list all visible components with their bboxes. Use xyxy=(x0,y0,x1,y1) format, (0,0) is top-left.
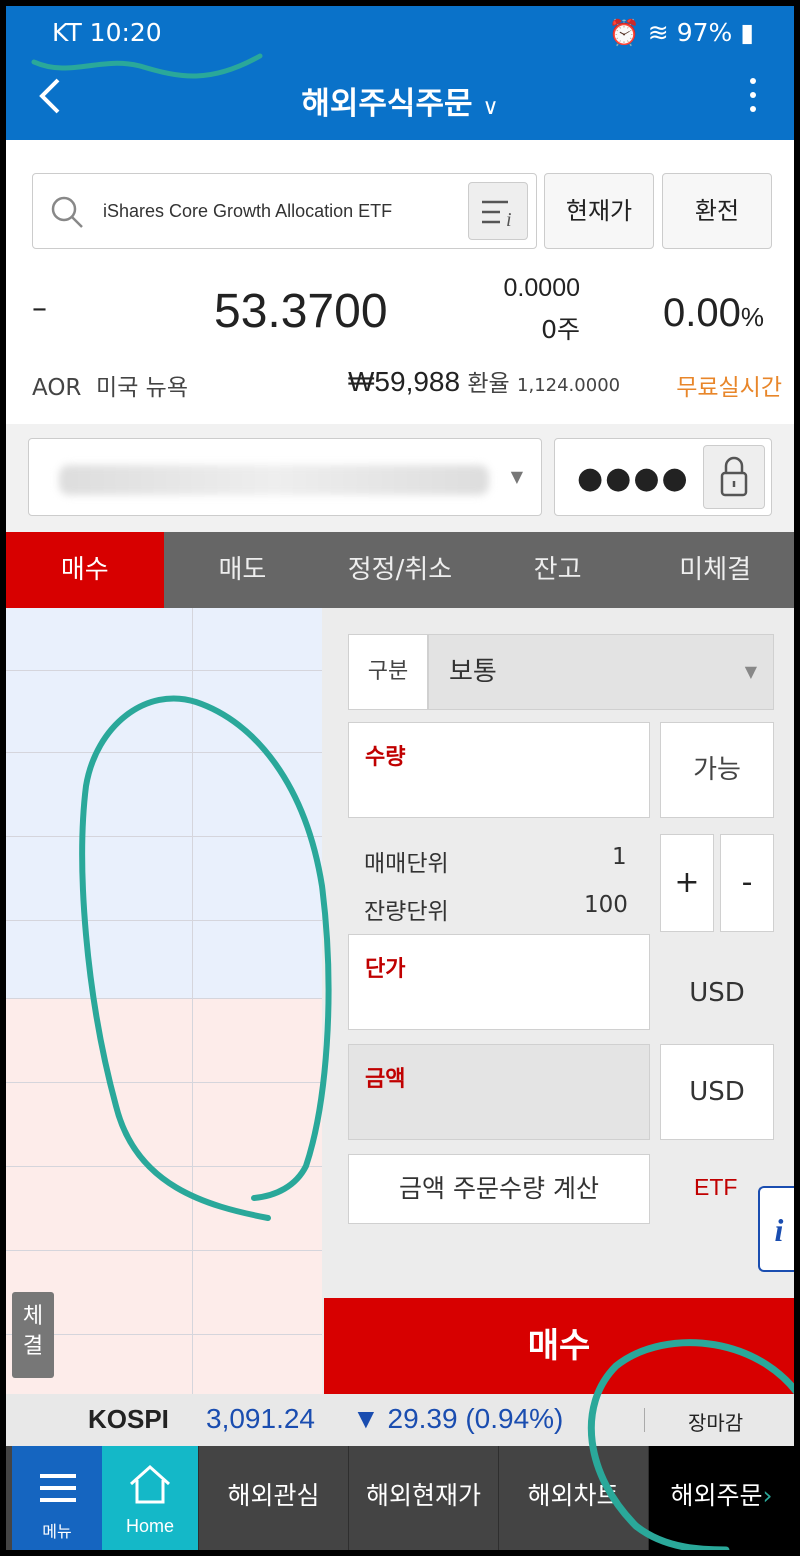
krw-value: ₩59,988 xyxy=(348,366,461,397)
more-menu-button[interactable] xyxy=(750,78,758,120)
fx-label: 환율 xyxy=(467,371,510,397)
dropdown-arrow-icon: ▼ xyxy=(744,662,757,681)
home-icon xyxy=(129,1464,171,1504)
chevron-down-icon: ∨ xyxy=(482,95,499,120)
price-change: 0.0000 xyxy=(503,274,580,302)
available-qty-button[interactable]: 가능 xyxy=(660,722,774,818)
home-button[interactable]: Home xyxy=(102,1446,198,1550)
wifi-icon: ≋ xyxy=(647,18,669,47)
dropdown-arrow-icon: ▼ xyxy=(510,467,523,486)
page-title[interactable]: 해외주식주문 ∨ xyxy=(6,78,794,123)
order-book xyxy=(6,608,322,1394)
nav-overseas-chart[interactable]: 해외차트 xyxy=(498,1446,648,1550)
nav-overseas-order-label: 해외주문 xyxy=(670,1481,763,1510)
price-label: 단가 xyxy=(365,957,406,982)
index-value: 3,091.24 xyxy=(206,1403,315,1434)
bottom-nav: 메뉴 Home 해외관심 해외현재가 해외차트 해외주문› xyxy=(6,1446,794,1550)
chevron-right-icon: › xyxy=(762,1481,773,1510)
password-mask: ●●●● xyxy=(577,461,690,496)
change-percent-value: 0.00 xyxy=(663,291,741,335)
quantity-label: 수량 xyxy=(365,745,406,770)
ticker: AOR xyxy=(32,375,82,401)
trade-unit-value: 1 xyxy=(612,844,627,870)
svg-text:i: i xyxy=(506,209,512,231)
odd-unit-label: 잔량단위 xyxy=(364,899,449,925)
tab-unfilled[interactable]: 미체결 xyxy=(636,532,794,608)
password-field[interactable]: ●●●● xyxy=(554,438,772,516)
market-status: 장마감 xyxy=(688,1411,744,1435)
alarm-icon: ⏰ xyxy=(608,18,640,47)
search-value: iShares Core Growth Allocation ETF xyxy=(103,201,393,221)
odd-unit-value: 100 xyxy=(584,892,628,918)
stock-info-list-button[interactable]: i xyxy=(468,182,528,240)
change-percent: 0.00% xyxy=(663,291,764,336)
current-price: 53.3700 xyxy=(214,285,388,338)
ask-area xyxy=(6,608,322,998)
menu-button[interactable]: 메뉴 xyxy=(12,1446,102,1550)
realtime-label[interactable]: 무료실시간 xyxy=(676,368,782,402)
quantity-input[interactable]: 수량 xyxy=(348,722,650,818)
nav-overseas-watchlist[interactable]: 해외관심 xyxy=(198,1446,348,1550)
exchange-button[interactable]: 환전 xyxy=(662,173,772,249)
market: 미국 뉴욕 xyxy=(96,375,188,401)
lock-icon xyxy=(720,456,748,497)
lock-button[interactable] xyxy=(703,445,765,509)
volume: 0주 xyxy=(541,315,580,344)
list-info-icon: i xyxy=(482,200,512,231)
tab-sell[interactable]: 매도 xyxy=(164,532,322,608)
app-frame: KT 10:20 ⏰ ≋ 97% ▮ 해외주식주문 ∨ iShares Core … xyxy=(6,6,794,1550)
home-label: Home xyxy=(125,1516,174,1536)
price-currency: USD xyxy=(689,978,745,1008)
etf-badge: ETF xyxy=(694,1174,738,1200)
executions-side-tab[interactable]: 체 결 xyxy=(12,1292,54,1378)
carrier-time: KT 10:20 xyxy=(52,18,162,47)
search-icon xyxy=(51,196,83,228)
calc-quantity-button[interactable]: 금액 주문수량 계산 xyxy=(348,1154,650,1224)
amount-currency[interactable]: USD xyxy=(660,1044,774,1140)
tab-buy[interactable]: 매수 xyxy=(6,532,164,608)
page-title-text: 해외주식주문 xyxy=(301,86,473,122)
order-tabs: 매수 매도 정정/취소 잔고 미체결 xyxy=(6,532,794,608)
decrease-button[interactable]: - xyxy=(720,834,774,932)
price-direction: – xyxy=(32,291,47,326)
index-ticker[interactable]: KOSPI 3,091.24 ▼ 29.39 (0.94%) 장마감 xyxy=(6,1394,794,1446)
percent-unit: % xyxy=(740,302,764,332)
current-price-button[interactable]: 현재가 xyxy=(544,173,654,249)
ticker-market: AOR 미국 뉴욕 xyxy=(32,368,188,402)
account-number-redacted xyxy=(59,465,489,495)
menu-label: 메뉴 xyxy=(42,1522,72,1541)
buy-button[interactable]: 매수 xyxy=(324,1298,794,1394)
hamburger-icon xyxy=(40,1474,76,1510)
order-type-value: 보통 xyxy=(449,657,497,687)
nav-overseas-quote[interactable]: 해외현재가 xyxy=(348,1446,498,1550)
increase-button[interactable]: + xyxy=(660,834,714,932)
stock-search-field[interactable]: iShares Core Growth Allocation ETF i xyxy=(32,173,537,249)
amount-field: 금액 xyxy=(348,1044,650,1140)
index-name: KOSPI xyxy=(88,1404,169,1434)
order-type-select[interactable]: 보통 ▼ xyxy=(428,634,774,710)
trade-unit-label: 매매단위 xyxy=(364,851,449,877)
krw-price: ₩59,988 환율 1,124.0000 xyxy=(348,364,620,398)
account-row: ▼ ●●●● xyxy=(6,424,794,532)
tab-balance[interactable]: 잔고 xyxy=(479,532,637,608)
account-select[interactable]: ▼ xyxy=(28,438,542,516)
index-change: ▼ 29.39 (0.94%) xyxy=(352,1403,564,1434)
battery-level: 97% xyxy=(676,18,733,47)
status-right: ⏰ ≋ 97% ▮ xyxy=(609,18,754,48)
price-input[interactable]: 단가 xyxy=(348,934,650,1030)
app-header: KT 10:20 ⏰ ≋ 97% ▮ 해외주식주문 ∨ xyxy=(6,6,794,140)
info-icon[interactable]: i xyxy=(758,1186,794,1272)
nav-overseas-order[interactable]: 해외주문› xyxy=(648,1446,794,1550)
order-type-label: 구분 xyxy=(348,634,428,710)
battery-icon: ▮ xyxy=(740,18,754,47)
order-panel: 구분 보통 ▼ 수량 가능 매매단위 1 잔량단위 100 + - 단가 USD… xyxy=(322,608,794,1394)
amount-label: 금액 xyxy=(365,1067,406,1092)
fx-value: 1,124.0000 xyxy=(517,375,621,396)
tab-modify-cancel[interactable]: 정정/취소 xyxy=(321,532,479,608)
